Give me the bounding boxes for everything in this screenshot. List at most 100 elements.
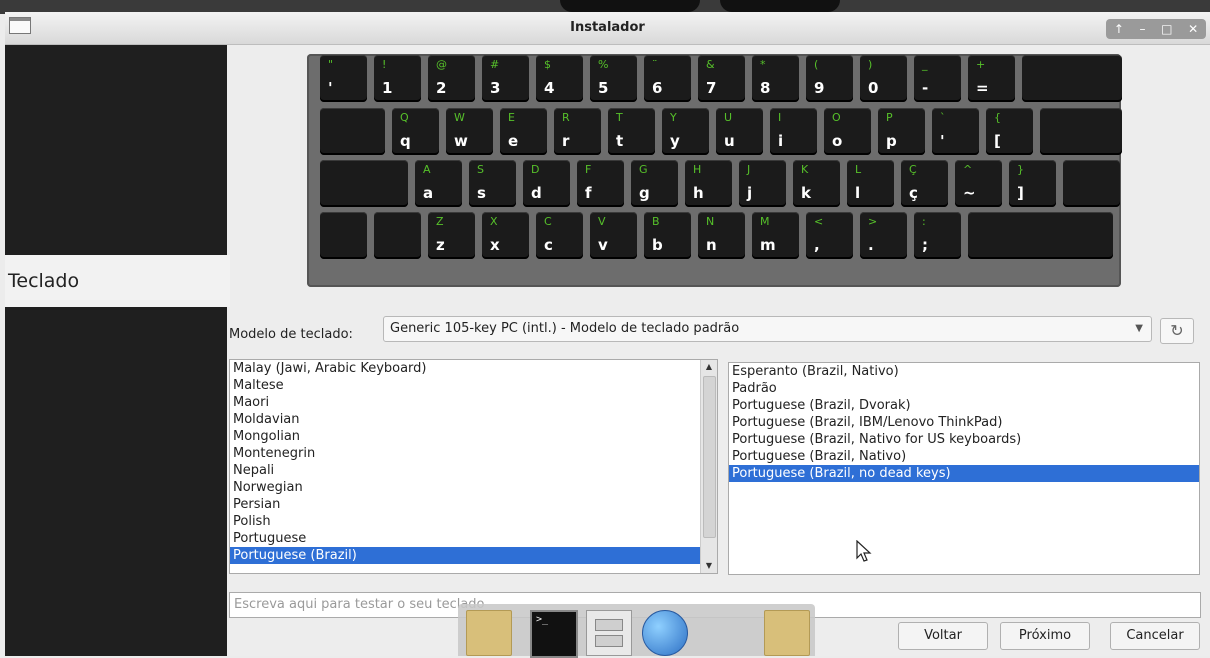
list-item[interactable]: Portuguese (Brazil, IBM/Lenovo ThinkPad) (729, 414, 1199, 431)
globe-icon[interactable] (642, 610, 688, 656)
keyboard-key: Oo (824, 108, 871, 155)
keyboard-key: Kk (793, 160, 840, 207)
list-item[interactable]: Persian (230, 496, 717, 513)
list-item[interactable]: Polish (230, 513, 717, 530)
list-item[interactable]: Portuguese (230, 530, 717, 547)
keyboard-key: Tt (608, 108, 655, 155)
layout-list[interactable]: Malay (Jawi, Arabic Keyboard) Maltese Maor… (229, 359, 718, 574)
key-shift-label: ( (814, 58, 819, 71)
reset-model-button[interactable]: ↻ (1160, 318, 1194, 344)
list-item[interactable]: Mongolian (230, 428, 717, 445)
list-item[interactable]: Norwegian (230, 479, 717, 496)
keyboard-key: ¨ 6 (644, 55, 691, 102)
keyboard-key: ) 0 (860, 55, 907, 102)
keep-above-icon[interactable]: ↑ (1114, 22, 1124, 36)
list-item[interactable]: Portuguese (Brazil, no dead keys) (729, 465, 1199, 482)
key-shift-label: T (616, 111, 623, 124)
key-shift-label: ¨ (652, 58, 658, 71)
keyboard-key: Ss (469, 160, 516, 207)
keyboard-key: " ' (320, 55, 367, 102)
list-item[interactable]: Portuguese (Brazil, Nativo for US keyboa… (729, 431, 1199, 448)
key-base-label: d (531, 184, 542, 202)
key-shift-label: < (814, 215, 824, 228)
cancel-button[interactable]: Cancelar (1110, 622, 1200, 650)
back-button[interactable]: Voltar (898, 622, 988, 650)
key-shift-label: Ç (909, 163, 917, 176)
keyboard-key: $4 (536, 55, 583, 102)
list-item[interactable]: Maori (230, 394, 717, 411)
scroll-up-icon[interactable]: ▲ (701, 360, 717, 374)
minimize-icon[interactable]: – (1140, 22, 1146, 36)
keyboard-key: Nn (698, 212, 745, 259)
list-item[interactable]: Maltese (230, 377, 717, 394)
keyboard-key: + = (968, 55, 1015, 102)
keyboard-model-label: Modelo de teclado: (229, 327, 353, 342)
keyboard-key: Bb (644, 212, 691, 259)
keyboard-key: Xx (482, 212, 529, 259)
maximize-icon[interactable]: □ (1161, 22, 1172, 36)
keyboard-key: @2 (428, 55, 475, 102)
folder-icon[interactable] (466, 610, 512, 656)
close-icon[interactable]: ✕ (1188, 22, 1198, 36)
key-base-label: ç (909, 184, 918, 202)
sidebar-item-keyboard: Teclado (5, 255, 230, 307)
layouts-items: Malay (Jawi, Arabic Keyboard) Maltese Maor… (230, 360, 717, 564)
key-base-label: y (670, 132, 680, 150)
variant-list[interactable]: Esperanto (Brazil, Nativo) Padrão Portugue… (728, 362, 1200, 575)
keyboard-key: Rr (554, 108, 601, 155)
keyboard-key: }] (1009, 160, 1056, 207)
keyboard-key: ` ' (932, 108, 979, 155)
layout-list-scrollbar[interactable]: ▲ ▼ (700, 360, 717, 573)
scroll-thumb[interactable] (703, 376, 716, 538)
list-item[interactable]: Malay (Jawi, Arabic Keyboard) (230, 360, 717, 377)
variants-items: Esperanto (Brazil, Nativo) Padrão Portugue… (729, 363, 1199, 482)
list-item[interactable]: Portuguese (Brazil, Dvorak) (729, 397, 1199, 414)
list-item[interactable]: Padrão (729, 380, 1199, 397)
keyboard-key: Jj (739, 160, 786, 207)
keyboard-model-select[interactable]: Generic 105-key PC (intl.) - Modelo de t… (383, 316, 1152, 342)
key-base-label: p (886, 132, 897, 150)
key-base-label: b (652, 236, 663, 254)
key-shift-label: ) (868, 58, 873, 71)
reset-icon: ↻ (1170, 321, 1184, 340)
scroll-down-icon[interactable]: ▼ (701, 559, 717, 573)
keyboard-key: Ll (847, 160, 894, 207)
keyboard-key: Uu (716, 108, 763, 155)
next-button[interactable]: Próximo (1000, 622, 1090, 650)
key-shift-label: I (778, 111, 782, 124)
key-shift-label: S (477, 163, 484, 176)
key-base-label: [ (994, 132, 1001, 150)
list-item[interactable]: Portuguese (Brazil, Nativo) (729, 448, 1199, 465)
list-item[interactable]: Nepali (230, 462, 717, 479)
key-shift-label: E (508, 111, 515, 124)
keyboard-key: * 8 (752, 55, 799, 102)
key-base-label: ' (940, 132, 945, 150)
file-cabinet-icon[interactable] (586, 610, 632, 656)
keyboard-key: Vv (590, 212, 637, 259)
list-item[interactable]: Montenegrin (230, 445, 717, 462)
keyboard-key: Pp (878, 108, 925, 155)
terminal-icon[interactable] (530, 610, 578, 658)
key-base-label: s (477, 184, 486, 202)
list-item[interactable]: Moldavian (230, 411, 717, 428)
keyboard-key: Zz (428, 212, 475, 259)
key-shift-label: U (724, 111, 733, 124)
folder-icon[interactable] (764, 610, 810, 656)
key-shift-label: : (922, 215, 926, 228)
key-base-label: 8 (760, 79, 771, 97)
key-base-label: c (544, 236, 553, 254)
list-item[interactable]: Esperanto (Brazil, Nativo) (729, 363, 1199, 380)
chevron-down-icon: ▼ (1135, 323, 1143, 334)
key-base-label: g (639, 184, 650, 202)
list-item[interactable]: Portuguese (Brazil) (230, 547, 717, 564)
key-base-label: f (585, 184, 592, 202)
key-shift-label: " (328, 58, 334, 71)
keyboard-key: Çç (901, 160, 948, 207)
keyboard-key (1040, 108, 1122, 155)
keyboard-key (320, 212, 367, 259)
key-base-label: v (598, 236, 608, 254)
keyboard-key: Aa (415, 160, 462, 207)
keyboard-key: ^ ~ (955, 160, 1002, 207)
keyboard-key: Gg (631, 160, 678, 207)
key-shift-label: $ (544, 58, 551, 71)
